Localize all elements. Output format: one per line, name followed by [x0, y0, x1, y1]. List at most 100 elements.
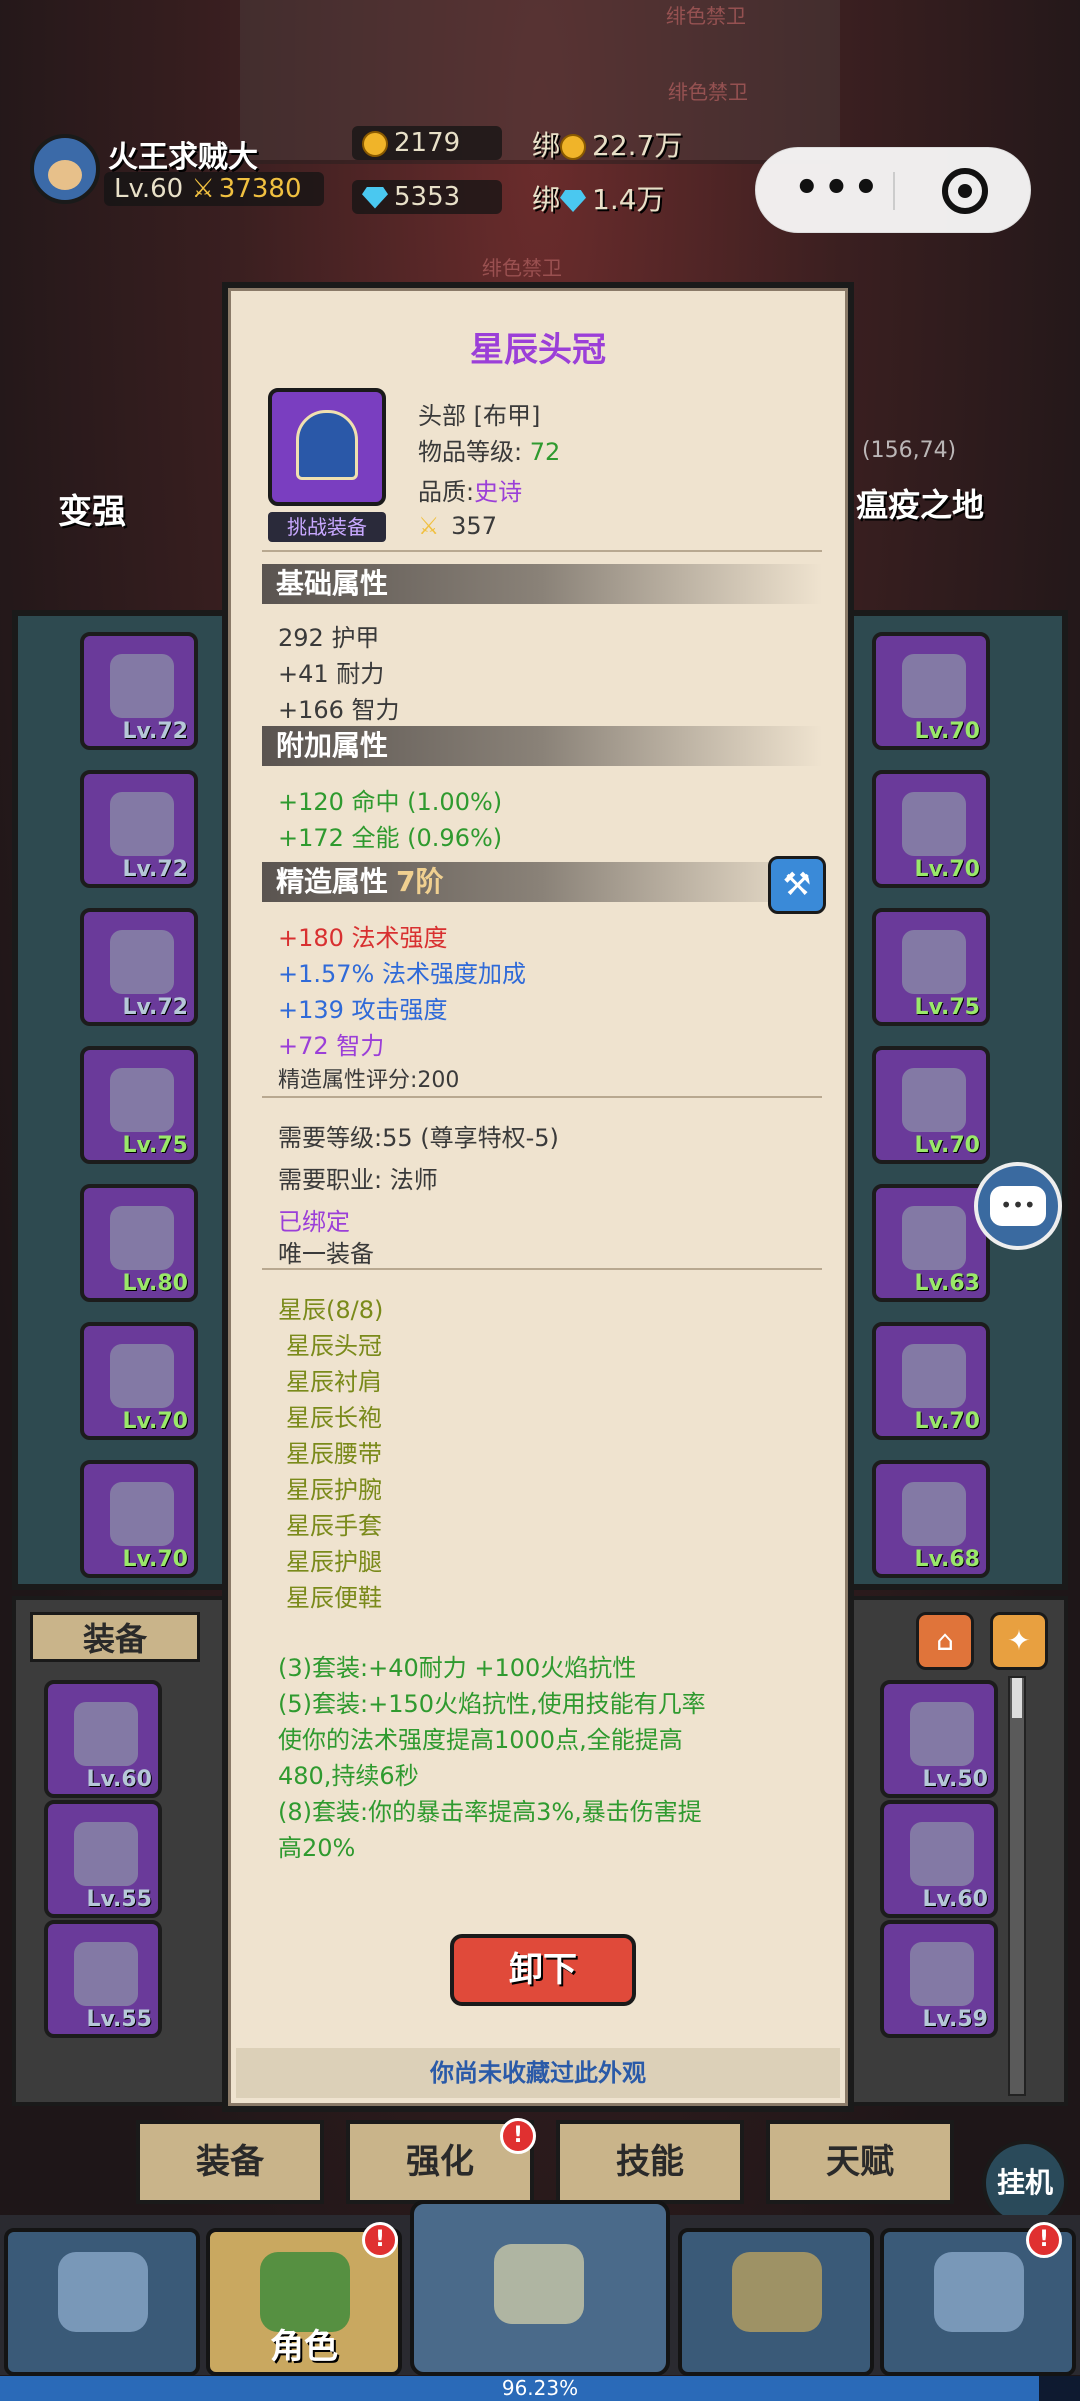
appearance-note: 你尚未收藏过此外观	[236, 2048, 840, 2098]
auto-battle-button[interactable]: 挂机	[982, 2140, 1068, 2226]
player-avatar[interactable]	[30, 134, 100, 204]
extra-stat: +120 命中 (1.00%)	[278, 788, 503, 816]
bag-item[interactable]: Lv.59	[880, 1920, 998, 2038]
banner-text: 绯色禁卫	[668, 80, 748, 104]
zone-label[interactable]: 瘟疫之地	[856, 480, 984, 526]
base-stat: +41 耐力	[278, 660, 385, 688]
bound-gold-value: 22.7万	[592, 129, 683, 162]
quality-value: 史诗	[474, 478, 523, 506]
chat-icon[interactable]	[974, 1162, 1062, 1250]
equip-slot[interactable]: Lv.72	[80, 632, 198, 750]
equip-slot[interactable]: Lv.70	[80, 1460, 198, 1578]
zone-coord: (156,74)	[862, 438, 957, 463]
slot-level: Lv.70	[122, 1547, 188, 1572]
scroll-thumb[interactable]	[1012, 1678, 1022, 1718]
slot-level: Lv.70	[914, 857, 980, 882]
equip-slot[interactable]: Lv.75	[872, 908, 990, 1026]
level-text: Lv.60	[114, 174, 184, 204]
bag-tab-equipment[interactable]: 装备	[30, 1612, 200, 1662]
exp-progress-bar: 96.23%	[0, 2376, 1080, 2401]
gear-item-icon	[110, 792, 174, 856]
set-bonus: (5)套装:+150火焰抗性,使用技能有几率	[278, 1690, 706, 1718]
equip-slot[interactable]: Lv.72	[80, 770, 198, 888]
hammer-icon[interactable]: ⚒	[768, 856, 826, 914]
equip-slot[interactable]: Lv.72	[80, 908, 198, 1026]
gear-item-icon	[902, 1482, 966, 1546]
power-value: 37380	[218, 174, 302, 204]
equip-slot[interactable]: Lv.70	[80, 1322, 198, 1440]
equip-slot[interactable]: Lv.70	[872, 1046, 990, 1164]
gear-item-icon	[902, 792, 966, 856]
set-piece: 星辰护腿	[286, 1548, 382, 1576]
equip-slot[interactable]: Lv.63	[872, 1184, 990, 1302]
slot-level: Lv.55	[86, 2007, 152, 2032]
divider	[262, 550, 822, 552]
gear-item-icon	[110, 1206, 174, 1270]
chest-icon	[732, 2252, 822, 2332]
equip-slot[interactable]: Lv.80	[80, 1184, 198, 1302]
quality-row: 品质:史诗	[418, 472, 522, 507]
set-piece: 星辰腰带	[286, 1440, 382, 1468]
capsule-divider	[893, 172, 895, 210]
nav-treasure[interactable]	[678, 2228, 874, 2376]
item-detail-modal: 星辰头冠 挑战装备 头部 [布甲] 物品等级: 72 品质:史诗 ⚔ 357 基…	[222, 282, 854, 2112]
subtab-talent[interactable]: 天赋	[766, 2120, 954, 2204]
bag-item[interactable]: Lv.55	[44, 1920, 162, 2038]
banner-text: 绯色禁卫	[482, 256, 562, 280]
strengthen-label[interactable]: 变强	[58, 484, 126, 533]
slot-level: Lv.60	[86, 1767, 152, 1792]
nav-character-label: 角色	[270, 2327, 338, 2367]
equip-slot[interactable]: Lv.68	[872, 1460, 990, 1578]
subtab-equipment[interactable]: 装备	[136, 2120, 324, 2204]
slot-level: Lv.70	[122, 1409, 188, 1434]
bound-diamonds[interactable]: 绑 1.4万	[532, 178, 665, 218]
gear-item-icon	[902, 1344, 966, 1408]
bound-label: 绑	[532, 129, 561, 162]
equip-slot[interactable]: Lv.70	[872, 632, 990, 750]
menu-dots-icon[interactable]: •••	[794, 168, 879, 214]
level-power-pill: Lv.60 ⚔ 37380	[104, 172, 324, 206]
gold-value: 2179	[394, 128, 461, 158]
slot-level: Lv.70	[914, 1409, 980, 1434]
gear-item-icon	[902, 930, 966, 994]
subtab-skills[interactable]: 技能	[556, 2120, 744, 2204]
alert-badge: !	[362, 2222, 398, 2258]
set-bonus: (3)套装:+40耐力 +100火焰抗性	[278, 1654, 637, 1682]
equip-slot[interactable]: Lv.75	[80, 1046, 198, 1164]
gear-item-icon	[910, 1822, 974, 1886]
diamond-value: 5353	[394, 182, 461, 212]
bag-scrollbar[interactable]	[1008, 1676, 1026, 2096]
skull-swords-icon	[494, 2244, 584, 2324]
bound-gold[interactable]: 绑 22.7万	[532, 124, 682, 164]
home-icon[interactable]: ⌂	[916, 1612, 974, 1670]
diamond-pill[interactable]: 5353	[352, 180, 502, 214]
bag-item[interactable]: Lv.60	[44, 1680, 162, 1798]
slot-level: Lv.75	[122, 1133, 188, 1158]
nav-map[interactable]	[4, 2228, 200, 2376]
bag-item[interactable]: Lv.50	[880, 1680, 998, 1798]
bag-item[interactable]: Lv.60	[880, 1800, 998, 1918]
gold-pill[interactable]: 2179	[352, 126, 502, 160]
slot-level: Lv.72	[122, 857, 188, 882]
unequip-button[interactable]: 卸下	[450, 1934, 636, 2006]
set-bonus: 高20%	[278, 1834, 356, 1862]
item-slot-type: 头部 [布甲]	[418, 402, 541, 430]
gear-item-icon	[910, 1942, 974, 2006]
gear-item-icon	[902, 1068, 966, 1132]
gear-item-icon	[110, 654, 174, 718]
slot-level: Lv.70	[914, 1133, 980, 1158]
nav-battle[interactable]	[410, 2200, 670, 2376]
slot-level: Lv.50	[922, 1767, 988, 1792]
player-name: 火王求贼大	[108, 140, 258, 175]
challenge-tag: 挑战装备	[268, 512, 386, 542]
set-bonus: (8)套装:你的暴击率提高3%,暴击伤害提	[278, 1798, 702, 1826]
broom-icon[interactable]: ✦	[990, 1612, 1048, 1670]
close-target-icon[interactable]	[942, 168, 988, 214]
slot-level: Lv.75	[914, 995, 980, 1020]
forge-stat: +139 攻击强度	[278, 996, 448, 1024]
slot-level: Lv.70	[914, 719, 980, 744]
bag-item[interactable]: Lv.55	[44, 1800, 162, 1918]
exp-progress-text: 96.23%	[501, 2376, 579, 2400]
equip-slot[interactable]: Lv.70	[872, 1322, 990, 1440]
equip-slot[interactable]: Lv.70	[872, 770, 990, 888]
